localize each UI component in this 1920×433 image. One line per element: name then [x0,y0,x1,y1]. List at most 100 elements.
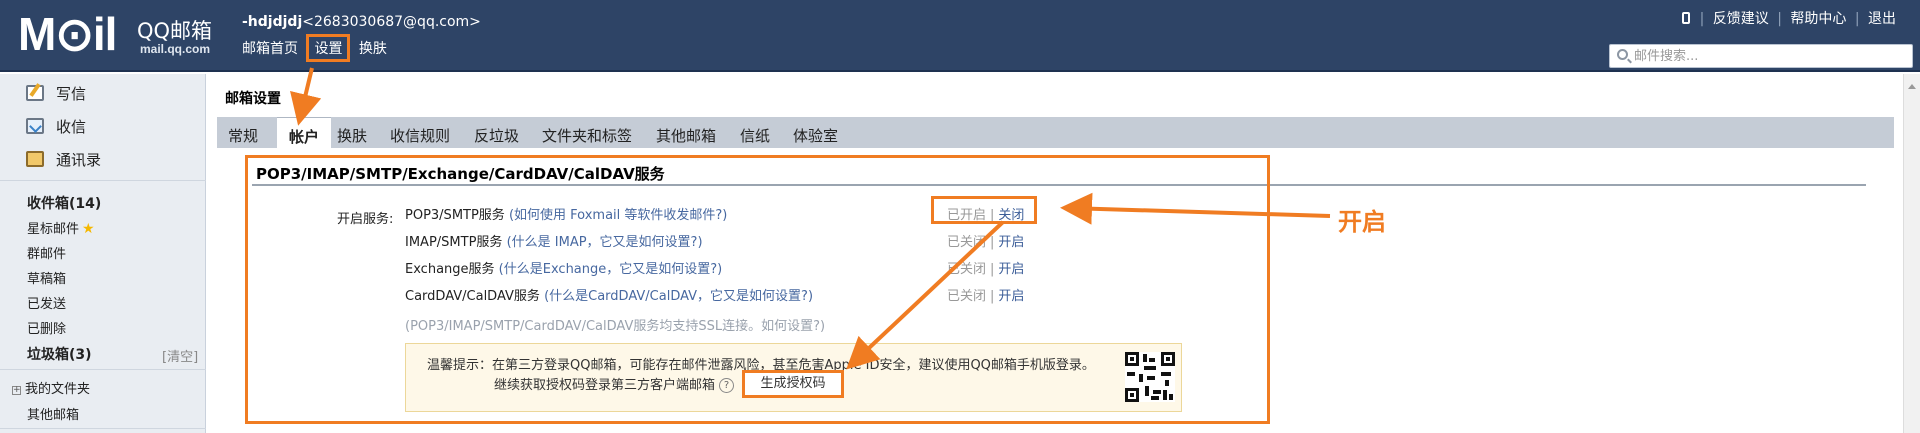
user-nickname: -hdjdjdj [242,14,303,30]
sidebar-item-junk[interactable]: 垃圾箱(3) [27,344,92,364]
service-name: CardDAV/CalDAV服务 [405,289,540,304]
service-settings-highlight: POP3/IMAP/SMTP/Exchange/CardDAV/CalDAV服务… [245,155,1270,424]
sidebar-item-inbox[interactable]: 收件箱(14) [27,193,101,213]
exchange-open-link[interactable]: 开启 [998,262,1024,277]
receive-button[interactable]: 收信 [26,116,86,140]
ssl-note[interactable]: (POP3/IMAP/SMTP/CardDAV/CalDAV服务均支持SSL连接… [405,315,825,334]
logo-domain: mail.qq.com [140,42,211,56]
tab-anti-spam[interactable]: 反垃圾 [474,125,519,146]
separator: | [1854,11,1860,27]
qr-module [1143,354,1147,362]
tab-stationery[interactable]: 信纸 [740,125,770,146]
service-help-link[interactable]: (如何使用 Foxmail 等软件收发邮件?) [509,208,727,223]
tab-folders-labels[interactable]: 文件夹和标签 [542,125,632,146]
status-text: 已关闭 [947,289,987,304]
pop3-status-highlight [931,196,1037,224]
contacts-icon [26,151,44,167]
tab-account[interactable]: 帐户 [277,117,332,148]
service-help-link[interactable]: (什么是CardDAV/CalDAV，它又是如何设置?) [544,289,813,304]
qr-module [1144,366,1156,370]
search-icon [1617,49,1628,60]
mobile-phone-icon[interactable] [1681,12,1690,24]
separator: | [1777,11,1782,27]
mail-search-box[interactable] [1609,44,1913,68]
section-title: POP3/IMAP/SMTP/Exchange/CardDAV/CalDAV服务 [256,165,665,183]
logo-mail-text: M⊙il [18,8,117,60]
sidebar-item-sent[interactable]: 已发送 [27,293,66,312]
qr-module [1139,374,1143,382]
sidebar-item-drafts[interactable]: 草稿箱 [27,268,66,287]
qr-module [1147,376,1155,380]
page-title: 邮箱设置 [225,91,281,107]
qq-mail-logo[interactable]: M⊙il QQ邮箱 mail.qq.com [18,8,230,62]
feedback-link[interactable]: 反馈建议 [1713,11,1769,27]
nav-skin-link[interactable]: 换肤 [359,41,387,57]
tab-lab[interactable]: 体验室 [793,125,838,146]
service-status-exchange: 已关闭 | 开启 [947,258,1024,277]
qr-module [1127,372,1135,376]
annotation-label: 开启 [1338,208,1386,236]
separator: | [990,289,995,304]
service-help-link[interactable]: (什么是Exchange，它又是如何设置?) [499,262,723,277]
qr-module [1161,372,1171,376]
settings-tabbar: 常规 帐户 换肤 收信规则 反垃圾 文件夹和标签 其他邮箱 信纸 体验室 [217,117,1894,148]
nav-home-link[interactable]: 邮箱首页 [242,41,298,57]
main-panel: 邮箱设置 常规 帐户 换肤 收信规则 反垃圾 文件夹和标签 其他邮箱 信纸 体验… [207,74,1920,433]
receive-icon [26,118,44,134]
user-info: -hdjdjdj<2683030687@qq.com> [242,14,481,30]
qr-module [1163,390,1167,400]
tip-text-2: 继续获取授权码登录第三方客户端邮箱? [494,374,738,393]
service-name: Exchange服务 [405,262,495,277]
logout-link[interactable]: 退出 [1868,11,1896,27]
service-status-caldav: 已关闭 | 开启 [947,285,1024,304]
qr-module [1151,396,1159,400]
service-label: 开启服务: [337,212,394,227]
service-row-caldav: CardDAV/CalDAV服务 (什么是CardDAV/CalDAV，它又是如… [405,285,813,304]
page-scrollbar[interactable] [1903,74,1920,433]
sidebar-item-other-mail[interactable]: 其他邮箱 [27,404,79,423]
service-name: IMAP/SMTP服务 [405,235,503,250]
service-row-imap: IMAP/SMTP服务 (什么是 IMAP，它又是如何设置?) [405,231,703,250]
user-email: <2683030687@qq.com> [302,14,481,30]
sidebar-item-deleted[interactable]: 已删除 [27,318,66,337]
status-text: 已关闭 [947,235,987,250]
sidebar-divider [0,428,206,429]
contacts-button[interactable]: 通讯录 [26,149,101,173]
help-question-icon[interactable]: ? [719,378,735,393]
expand-plus-icon[interactable]: + [12,386,21,395]
clear-junk-link[interactable]: [清空] [162,346,198,365]
tab-skin[interactable]: 换肤 [337,125,367,146]
search-input[interactable] [1634,47,1904,65]
qr-finder [1125,388,1139,402]
caldav-open-link[interactable]: 开启 [998,289,1024,304]
generate-auth-code-button[interactable]: 生成授权码 [742,370,844,398]
logo-brand: QQ邮箱 [137,19,213,43]
receive-label: 收信 [56,118,87,136]
tab-general[interactable]: 常规 [228,125,258,146]
tab-receive-rules[interactable]: 收信规则 [390,125,450,146]
qr-finder [1125,352,1139,366]
compose-button[interactable]: 写信 [26,83,86,107]
sidebar-item-starred[interactable]: 星标邮件 ★ [27,218,95,237]
nav-settings-link[interactable]: 设置 [306,34,351,62]
top-right-links: | 反馈建议 | 帮助中心 | 退出 [1678,8,1896,28]
top-header: M⊙il QQ邮箱 mail.qq.com -hdjdjdj<268303068… [0,0,1920,72]
qr-finder [1161,352,1175,366]
separator: | [990,235,995,250]
tip-text-continue: 继续获取授权码登录第三方客户端邮箱 [494,378,716,393]
star-icon: ★ [82,221,95,237]
help-center-link[interactable]: 帮助中心 [1790,11,1846,27]
imap-open-link[interactable]: 开启 [998,235,1024,250]
sidebar-item-my-folders[interactable]: + 我的文件夹 [12,378,90,397]
service-row-exchange: Exchange服务 (什么是Exchange，它又是如何设置?) [405,258,722,277]
tab-other-mailboxes[interactable]: 其他邮箱 [656,125,716,146]
qr-module [1165,380,1169,386]
service-help-link[interactable]: (什么是 IMAP，它又是如何设置?) [507,235,703,250]
compose-label: 写信 [56,85,87,103]
sidebar-item-group[interactable]: 群邮件 [27,243,66,262]
scroll-up-arrow-icon[interactable] [1908,84,1916,89]
sidebar-divider [0,180,206,181]
top-nav: 邮箱首页 设置 换肤 [242,34,395,62]
separator: | [990,262,995,277]
qr-module [1149,358,1155,362]
